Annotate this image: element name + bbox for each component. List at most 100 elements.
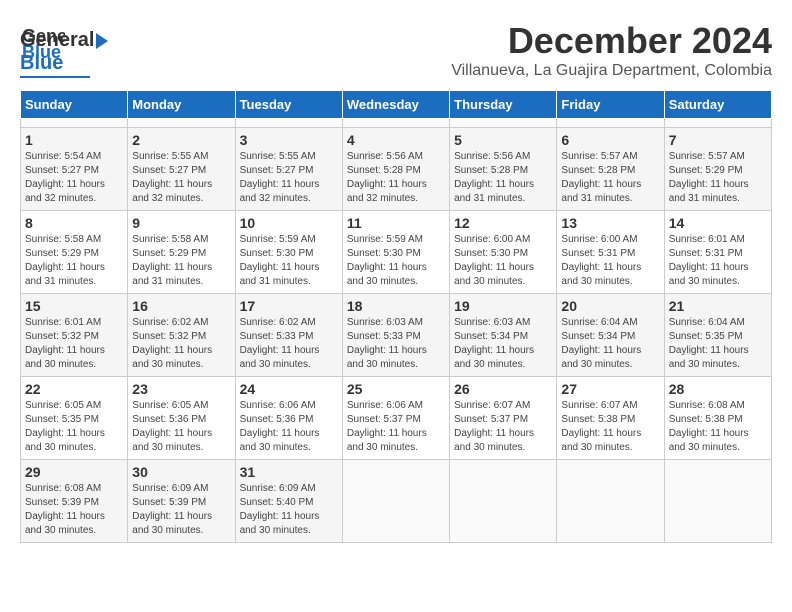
day-number: 3: [240, 132, 338, 148]
logo-arrow-icon: [96, 33, 108, 49]
day-info: Sunrise: 5:55 AMSunset: 5:27 PMDaylight:…: [240, 150, 338, 206]
day-number: 23: [132, 381, 230, 397]
day-info: Sunrise: 6:05 AMSunset: 5:35 PMDaylight:…: [25, 399, 123, 455]
day-number: 15: [25, 298, 123, 314]
day-info: Sunrise: 6:02 AMSunset: 5:33 PMDaylight:…: [240, 316, 338, 372]
calendar-cell: 9 Sunrise: 5:58 AMSunset: 5:29 PMDaylight…: [128, 211, 235, 294]
day-info: Sunrise: 6:02 AMSunset: 5:32 PMDaylight:…: [132, 316, 230, 372]
day-info: Sunrise: 6:04 AMSunset: 5:35 PMDaylight:…: [669, 316, 767, 372]
day-number: 28: [669, 381, 767, 397]
day-info: Sunrise: 6:03 AMSunset: 5:33 PMDaylight:…: [347, 316, 445, 372]
calendar-cell: 28 Sunrise: 6:08 AMSunset: 5:38 PMDayligh…: [664, 377, 771, 460]
calendar-week-row: 15 Sunrise: 6:01 AMSunset: 5:32 PMDayligh…: [21, 294, 772, 377]
day-number: 29: [25, 464, 123, 480]
calendar-cell: 1Sunrise: 5:54 AMSunset: 5:27 PMDaylight…: [21, 128, 128, 211]
day-number: 11: [347, 215, 445, 231]
calendar-cell: 2 Sunrise: 5:55 AMSunset: 5:27 PMDaylight…: [128, 128, 235, 211]
calendar-cell: 30Sunrise: 6:09 AMSunset: 5:39 PMDayligh…: [128, 460, 235, 543]
day-info: Sunrise: 6:05 AMSunset: 5:36 PMDaylight:…: [132, 399, 230, 455]
day-number: 9: [132, 215, 230, 231]
calendar-cell: [128, 119, 235, 128]
day-number: 13: [561, 215, 659, 231]
day-info: Sunrise: 5:54 AMSunset: 5:27 PMDaylight:…: [25, 150, 123, 206]
day-info: Sunrise: 6:08 AMSunset: 5:38 PMDaylight:…: [669, 399, 767, 455]
calendar-cell: 12 Sunrise: 6:00 AMSunset: 5:30 PMDayligh…: [450, 211, 557, 294]
calendar-cell: 31Sunrise: 6:09 AMSunset: 5:40 PMDayligh…: [235, 460, 342, 543]
day-info: Sunrise: 6:06 AMSunset: 5:37 PMDaylight:…: [347, 399, 445, 455]
calendar-cell: [21, 119, 128, 128]
calendar-week-row: 1Sunrise: 5:54 AMSunset: 5:27 PMDaylight…: [21, 128, 772, 211]
calendar-cell: 21 Sunrise: 6:04 AMSunset: 5:35 PMDayligh…: [664, 294, 771, 377]
calendar-cell: 23 Sunrise: 6:05 AMSunset: 5:36 PMDayligh…: [128, 377, 235, 460]
calendar-cell: [557, 119, 664, 128]
day-info: Sunrise: 6:00 AMSunset: 5:31 PMDaylight:…: [561, 233, 659, 289]
day-number: 24: [240, 381, 338, 397]
calendar-cell: [664, 119, 771, 128]
calendar-cell: 29 Sunrise: 6:08 AMSunset: 5:39 PMDayligh…: [21, 460, 128, 543]
calendar-cell: 7Sunrise: 5:57 AMSunset: 5:29 PMDaylight…: [664, 128, 771, 211]
calendar-cell: [342, 119, 449, 128]
calendar-header-wednesday: Wednesday: [342, 91, 449, 119]
day-info: Sunrise: 6:00 AMSunset: 5:30 PMDaylight:…: [454, 233, 552, 289]
day-info: Sunrise: 5:57 AMSunset: 5:29 PMDaylight:…: [669, 150, 767, 206]
calendar-cell: 11 Sunrise: 5:59 AMSunset: 5:30 PMDayligh…: [342, 211, 449, 294]
calendar-cell: 3 Sunrise: 5:55 AMSunset: 5:27 PMDaylight…: [235, 128, 342, 211]
day-number: 27: [561, 381, 659, 397]
day-number: 22: [25, 381, 123, 397]
day-number: 14: [669, 215, 767, 231]
day-info: Sunrise: 5:59 AMSunset: 5:30 PMDaylight:…: [347, 233, 445, 289]
page-header: General Blue General Blue December 2024 …: [20, 20, 772, 80]
calendar-cell: [664, 460, 771, 543]
logo-blue: Blue: [20, 52, 63, 75]
day-number: 18: [347, 298, 445, 314]
title-block: December 2024 Villanueva, La Guajira Dep…: [451, 20, 772, 80]
calendar-cell: 20Sunrise: 6:04 AMSunset: 5:34 PMDayligh…: [557, 294, 664, 377]
day-number: 5: [454, 132, 552, 148]
page-subtitle: Villanueva, La Guajira Department, Colom…: [451, 62, 772, 80]
calendar-week-row: 22 Sunrise: 6:05 AMSunset: 5:35 PMDayligh…: [21, 377, 772, 460]
day-number: 10: [240, 215, 338, 231]
calendar-header-tuesday: Tuesday: [235, 91, 342, 119]
calendar-cell: 16Sunrise: 6:02 AMSunset: 5:32 PMDayligh…: [128, 294, 235, 377]
calendar-cell: 26Sunrise: 6:07 AMSunset: 5:37 PMDayligh…: [450, 377, 557, 460]
day-number: 25: [347, 381, 445, 397]
calendar-header-thursday: Thursday: [450, 91, 557, 119]
logo-underline: [20, 76, 90, 78]
day-info: Sunrise: 6:08 AMSunset: 5:39 PMDaylight:…: [25, 482, 123, 538]
day-number: 12: [454, 215, 552, 231]
day-number: 21: [669, 298, 767, 314]
calendar-header-sunday: Sunday: [21, 91, 128, 119]
calendar-cell: [450, 460, 557, 543]
calendar-cell: 18 Sunrise: 6:03 AMSunset: 5:33 PMDayligh…: [342, 294, 449, 377]
calendar-cell: 27 Sunrise: 6:07 AMSunset: 5:38 PMDayligh…: [557, 377, 664, 460]
logo: General Blue General Blue: [20, 20, 108, 78]
day-number: 19: [454, 298, 552, 314]
day-number: 2: [132, 132, 230, 148]
day-info: Sunrise: 6:07 AMSunset: 5:38 PMDaylight:…: [561, 399, 659, 455]
calendar-header-friday: Friday: [557, 91, 664, 119]
calendar-cell: 8Sunrise: 5:58 AMSunset: 5:29 PMDaylight…: [21, 211, 128, 294]
day-info: Sunrise: 5:58 AMSunset: 5:29 PMDaylight:…: [132, 233, 230, 289]
calendar-cell: [235, 119, 342, 128]
calendar-cell: [450, 119, 557, 128]
calendar-cell: 13 Sunrise: 6:00 AMSunset: 5:31 PMDayligh…: [557, 211, 664, 294]
day-info: Sunrise: 5:55 AMSunset: 5:27 PMDaylight:…: [132, 150, 230, 206]
calendar-cell: 25 Sunrise: 6:06 AMSunset: 5:37 PMDayligh…: [342, 377, 449, 460]
day-info: Sunrise: 6:06 AMSunset: 5:36 PMDaylight:…: [240, 399, 338, 455]
calendar-cell: 17Sunrise: 6:02 AMSunset: 5:33 PMDayligh…: [235, 294, 342, 377]
calendar-cell: 6Sunrise: 5:57 AMSunset: 5:28 PMDaylight…: [557, 128, 664, 211]
day-number: 4: [347, 132, 445, 148]
day-info: Sunrise: 6:07 AMSunset: 5:37 PMDaylight:…: [454, 399, 552, 455]
calendar-cell: 22 Sunrise: 6:05 AMSunset: 5:35 PMDayligh…: [21, 377, 128, 460]
logo-general: General: [20, 29, 94, 52]
page-title: December 2024: [451, 20, 772, 62]
calendar-cell: 24 Sunrise: 6:06 AMSunset: 5:36 PMDayligh…: [235, 377, 342, 460]
day-info: Sunrise: 6:09 AMSunset: 5:40 PMDaylight:…: [240, 482, 338, 538]
calendar-week-row: 8 Sunrise: 5:58 AMSunset: 5:29 PMDaylight…: [21, 211, 772, 294]
day-info: Sunrise: 6:04 AMSunset: 5:34 PMDaylight:…: [561, 316, 659, 372]
day-number: 8: [25, 215, 123, 231]
day-info: Sunrise: 6:01 AMSunset: 5:31 PMDaylight:…: [669, 233, 767, 289]
day-info: Sunrise: 6:09 AMSunset: 5:39 PMDaylight:…: [132, 482, 230, 538]
calendar-cell: [557, 460, 664, 543]
day-info: Sunrise: 6:01 AMSunset: 5:32 PMDaylight:…: [25, 316, 123, 372]
